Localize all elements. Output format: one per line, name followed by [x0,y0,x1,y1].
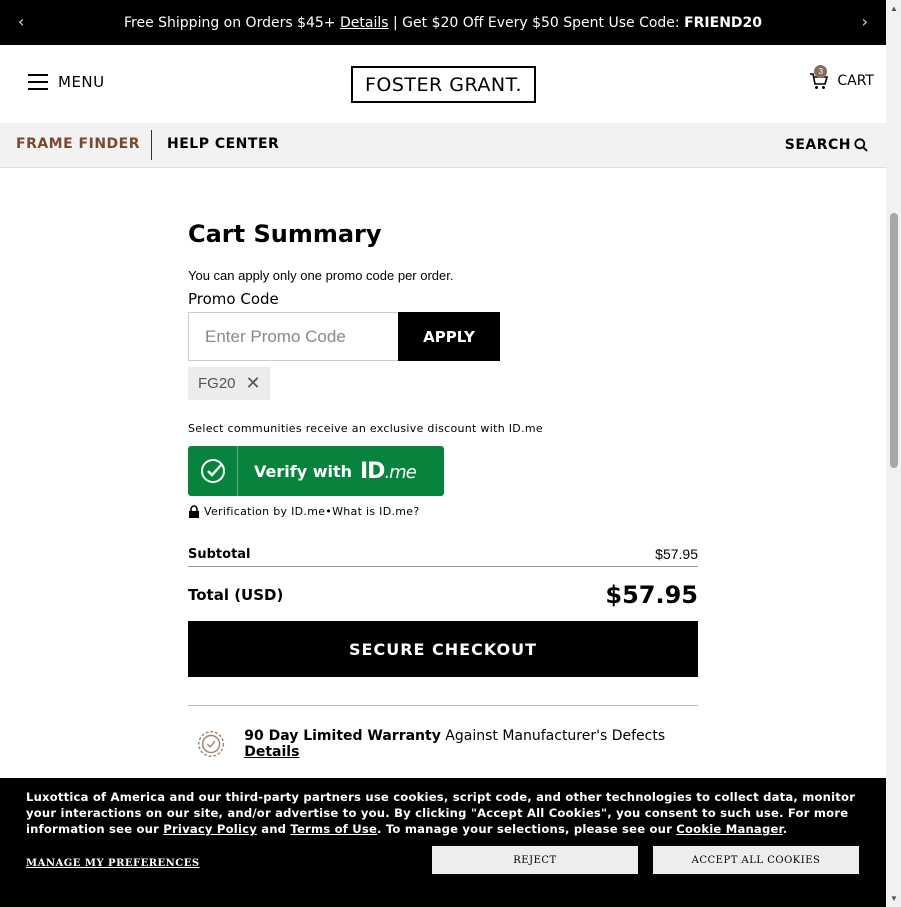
total-label: Total (USD) [188,586,284,604]
total-row: Total (USD) $57.95 [188,581,698,609]
menu-label: MENU [58,73,105,91]
idme-logo: ID.me [360,458,417,484]
verification-by-text: Verification by ID.me [204,505,326,518]
verify-idme-button[interactable]: Verify with ID.me [188,446,444,496]
check-circle-icon [188,446,238,496]
cookie-text: Luxottica of America and our third-party… [26,789,866,837]
cookie-text-2: and [256,822,291,836]
cookie-banner: Luxottica of America and our third-party… [0,778,886,907]
accept-cookies-button[interactable]: ACCEPT ALL COOKIES [653,846,859,874]
cookie-text-4: . [782,822,788,836]
chevron-left-icon[interactable]: ‹ [18,12,24,31]
sub-navigation: FRAME FINDER HELP CENTER SEARCH [0,123,886,168]
subtotal-label: Subtotal [188,546,251,562]
warranty-desc: Against Manufacturer's Defects [440,728,666,744]
subtotal-row: Subtotal $57.95 [188,542,698,567]
what-is-idme-link[interactable]: What is ID.me? [332,505,419,518]
bullet-separator: • [325,505,333,518]
site-logo[interactable]: FOSTER GRANT. [351,66,536,103]
search-button[interactable]: SEARCH [785,137,868,153]
promo-code-form: APPLY [188,312,698,361]
scroll-up-icon[interactable]: ▲ [890,4,898,13]
cart-summary: Cart Summary You can apply only one prom… [188,218,698,760]
warranty-text: 90 Day Limited Warranty Against Manufact… [244,728,698,760]
promo-code-label: Promo Code [188,290,279,308]
warranty-row: 90 Day Limited Warranty Against Manufact… [188,728,698,760]
secure-checkout-button[interactable]: SECURE CHECKOUT [188,621,698,677]
cookie-manager-link[interactable]: Cookie Manager [676,822,783,836]
chevron-right-icon[interactable]: › [862,12,868,31]
warranty-badge-icon [198,731,225,757]
search-icon [854,138,868,152]
cart-label: CART [837,73,874,89]
cookie-text-3: . To manage your selections, please see … [377,822,677,836]
divider [188,705,698,706]
verify-with-text: Verify with [254,461,352,481]
verification-line: Verification by ID.me • What is ID.me? [188,505,698,518]
promo-text-middle: | Get $20 Off Every $50 Spent Use Code: [388,14,685,31]
promo-code-input[interactable] [188,312,398,361]
warranty-details-link[interactable]: Details [244,744,299,760]
promo-banner: ‹ Free Shipping on Orders $45+ Details |… [0,0,886,45]
apply-button[interactable]: APPLY [398,312,500,361]
site-header: MENU FOSTER GRANT. 3 CART [0,45,886,123]
promo-text-before: Free Shipping on Orders $45+ [123,14,340,31]
promo-note: You can apply only one promo code per or… [188,268,454,283]
promo-details-link[interactable]: Details [340,15,389,31]
cart-icon: 3 [809,65,829,91]
terms-of-use-link[interactable]: Terms of Use [290,822,377,836]
nav-divider [151,130,152,160]
reject-cookies-button[interactable]: REJECT [432,846,638,874]
scroll-down-icon[interactable]: ▼ [890,894,898,903]
hamburger-icon [28,74,48,90]
promo-banner-text: Free Shipping on Orders $45+ Details | G… [124,15,762,31]
privacy-policy-link[interactable]: Privacy Policy [163,822,257,836]
nav-help-center[interactable]: HELP CENTER [167,136,279,152]
applied-promo-code: FG20 [198,375,236,392]
idme-note: Select communities receive an exclusive … [188,422,543,435]
cart-button[interactable]: 3 CART [809,65,874,91]
promo-code: FRIEND20 [684,14,763,31]
subtotal-value: $57.95 [655,546,698,562]
idme-brand-me: .me [384,461,416,483]
lock-icon [189,505,199,518]
idme-brand-id: ID [360,458,385,484]
warranty-title: 90 Day Limited Warranty [244,728,441,744]
close-icon[interactable]: ✕ [246,373,261,394]
manage-preferences-link[interactable]: MANAGE MY PREFERENCES [26,858,200,869]
total-value: $57.95 [605,581,698,609]
search-label: SEARCH [784,137,851,153]
menu-button[interactable]: MENU [28,73,105,91]
page-scrollbar[interactable]: ▲ ▼ [886,0,901,907]
page-title: Cart Summary [188,220,382,248]
nav-frame-finder[interactable]: FRAME FINDER [16,136,140,152]
applied-promo-chip: FG20 ✕ [188,367,270,400]
scrollbar-thumb[interactable] [890,213,898,468]
